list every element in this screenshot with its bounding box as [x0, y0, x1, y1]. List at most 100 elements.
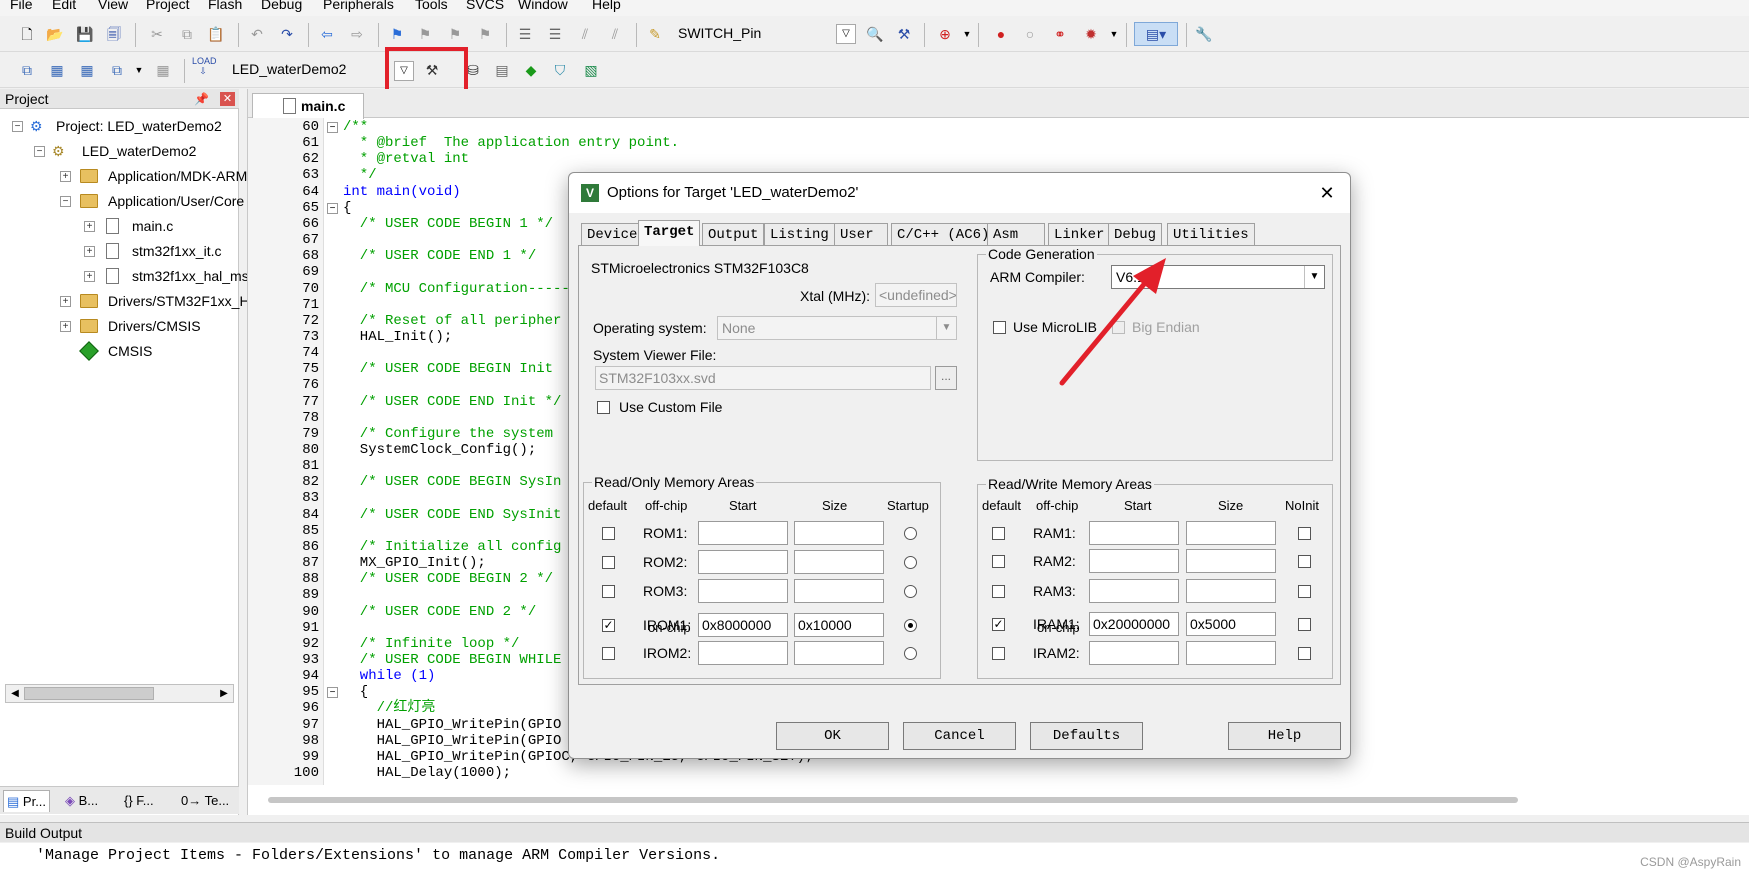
- fold-icon[interactable]: −: [327, 122, 338, 133]
- close-icon[interactable]: ✕: [220, 92, 235, 106]
- tab-templates[interactable]: 0→ Te...: [178, 790, 232, 812]
- nav-forward-icon[interactable]: ⇨: [346, 23, 368, 45]
- nav-back-icon[interactable]: ⇦: [316, 23, 338, 45]
- bookmark-next-icon[interactable]: ⚑: [444, 23, 466, 45]
- find-icon[interactable]: 🔍: [864, 23, 886, 45]
- select-packs-icon[interactable]: ⛉: [549, 59, 571, 81]
- memory-size-input[interactable]: [794, 550, 884, 574]
- memory-start-input[interactable]: [1089, 641, 1179, 665]
- menu-svcs[interactable]: SVCS: [466, 0, 504, 12]
- tab-project[interactable]: ▤ Pr...: [3, 790, 51, 812]
- collapse-icon[interactable]: −: [60, 196, 71, 207]
- close-icon[interactable]: ✕: [1316, 182, 1338, 204]
- indent-icon[interactable]: ☰: [514, 23, 536, 45]
- new-file-icon[interactable]: 🗋: [16, 23, 38, 45]
- menu-debug[interactable]: Debug: [261, 0, 302, 12]
- startup-radio[interactable]: [904, 556, 917, 569]
- memory-size-input[interactable]: [1186, 579, 1276, 603]
- expand-icon[interactable]: +: [60, 321, 71, 332]
- menu-help[interactable]: Help: [592, 0, 621, 12]
- memory-size-input[interactable]: 0x10000: [794, 613, 884, 637]
- menu-view[interactable]: View: [98, 0, 128, 12]
- tab-books[interactable]: ◈ B...: [62, 790, 101, 812]
- paste-icon[interactable]: 📋: [205, 23, 227, 45]
- translate-icon[interactable]: ⧉: [16, 59, 38, 81]
- collapse-icon[interactable]: −: [12, 121, 23, 132]
- debug-session-icon[interactable]: ⊕: [934, 23, 956, 45]
- editor-horizontal-scrollbar[interactable]: [268, 797, 1518, 803]
- menu-window[interactable]: Window: [518, 0, 568, 12]
- memory-size-input[interactable]: 0x5000: [1186, 612, 1276, 636]
- memory-start-input[interactable]: 0x20000000: [1089, 612, 1179, 636]
- os-select[interactable]: None ▼: [717, 316, 957, 340]
- unindent-icon[interactable]: ☰: [544, 23, 566, 45]
- memory-size-input[interactable]: [794, 579, 884, 603]
- tab-asm[interactable]: Asm: [987, 223, 1045, 245]
- memory-size-input[interactable]: [1186, 549, 1276, 573]
- breakpoint-icon[interactable]: ●: [990, 23, 1012, 45]
- memory-size-input[interactable]: [1186, 641, 1276, 665]
- use-custom-file-checkbox[interactable]: [597, 401, 610, 414]
- startup-radio[interactable]: [904, 647, 917, 660]
- tab-output[interactable]: Output: [702, 223, 765, 245]
- default-checkbox[interactable]: [602, 585, 615, 598]
- memory-start-input[interactable]: [698, 521, 788, 545]
- ok-button[interactable]: OK: [776, 722, 889, 750]
- tab-main-c[interactable]: main.c: [252, 93, 364, 119]
- tab-linker[interactable]: Linker: [1048, 223, 1111, 245]
- default-checkbox[interactable]: ✓: [992, 618, 1005, 631]
- configure-icon[interactable]: 🔧: [1193, 23, 1215, 45]
- default-checkbox[interactable]: [602, 527, 615, 540]
- tab-user[interactable]: User: [834, 223, 888, 245]
- scroll-thumb[interactable]: [24, 687, 154, 700]
- cut-icon[interactable]: ✂: [146, 23, 168, 45]
- breakpoint-disable-icon[interactable]: ○: [1019, 23, 1041, 45]
- memory-start-input[interactable]: [698, 579, 788, 603]
- window-layout-icon[interactable]: ▤▾: [1134, 22, 1178, 46]
- run-time-environment-icon[interactable]: ▧: [580, 59, 602, 81]
- svd-input[interactable]: STM32F103xx.svd: [595, 366, 931, 390]
- startup-radio[interactable]: [904, 619, 917, 632]
- chevron-down-icon[interactable]: ▽: [836, 24, 856, 44]
- memory-start-input[interactable]: [698, 641, 788, 665]
- tab-utilities[interactable]: Utilities: [1167, 223, 1255, 245]
- tab-functions[interactable]: {} F...: [121, 790, 157, 812]
- menu-tools[interactable]: Tools: [415, 0, 448, 12]
- breakpoint-options-icon[interactable]: ✹: [1080, 23, 1102, 45]
- load-icon[interactable]: LOAD ⇩: [192, 56, 217, 84]
- pin-icon[interactable]: 📌: [194, 89, 209, 109]
- default-checkbox[interactable]: [992, 527, 1005, 540]
- expand-icon[interactable]: +: [60, 296, 71, 307]
- memory-size-input[interactable]: [1186, 521, 1276, 545]
- undo-icon[interactable]: ↶: [246, 23, 268, 45]
- pack-installer-icon[interactable]: ◆: [520, 59, 542, 81]
- scroll-right-icon[interactable]: ▶: [216, 685, 232, 702]
- cancel-button[interactable]: Cancel: [903, 722, 1016, 750]
- horizontal-scrollbar[interactable]: ◀ ▶: [5, 684, 234, 703]
- chevron-down-icon[interactable]: ▼: [1103, 23, 1125, 45]
- default-checkbox[interactable]: [602, 556, 615, 569]
- menu-peripherals[interactable]: Peripherals: [323, 0, 394, 12]
- expand-icon[interactable]: +: [84, 221, 95, 232]
- memory-start-input[interactable]: 0x8000000: [698, 613, 788, 637]
- browse-button[interactable]: ...: [935, 366, 957, 390]
- default-checkbox[interactable]: [992, 647, 1005, 660]
- tab-listing[interactable]: Listing: [764, 223, 835, 245]
- find-dropdown[interactable]: SWITCH_Pin: [672, 22, 858, 46]
- collapse-icon[interactable]: −: [34, 146, 45, 157]
- manage-components-icon[interactable]: ▤: [491, 59, 513, 81]
- startup-radio[interactable]: [904, 527, 917, 540]
- menu-file[interactable]: File: [10, 0, 33, 12]
- breakpoint-kill-icon[interactable]: ⚭: [1049, 23, 1071, 45]
- tab-debug[interactable]: Debug: [1108, 223, 1163, 245]
- stop-build-icon[interactable]: ▦: [152, 59, 174, 81]
- save-all-icon[interactable]: 🗐: [103, 23, 125, 45]
- scroll-left-icon[interactable]: ◀: [7, 685, 23, 702]
- find-in-files-icon[interactable]: ✎: [644, 23, 666, 45]
- memory-start-input[interactable]: [1089, 579, 1179, 603]
- memory-start-input[interactable]: [698, 550, 788, 574]
- memory-start-input[interactable]: [1089, 521, 1179, 545]
- open-file-icon[interactable]: 📂: [44, 23, 66, 45]
- chevron-down-icon[interactable]: ▼: [128, 59, 150, 81]
- bookmark-prev-icon[interactable]: ⚑: [414, 23, 436, 45]
